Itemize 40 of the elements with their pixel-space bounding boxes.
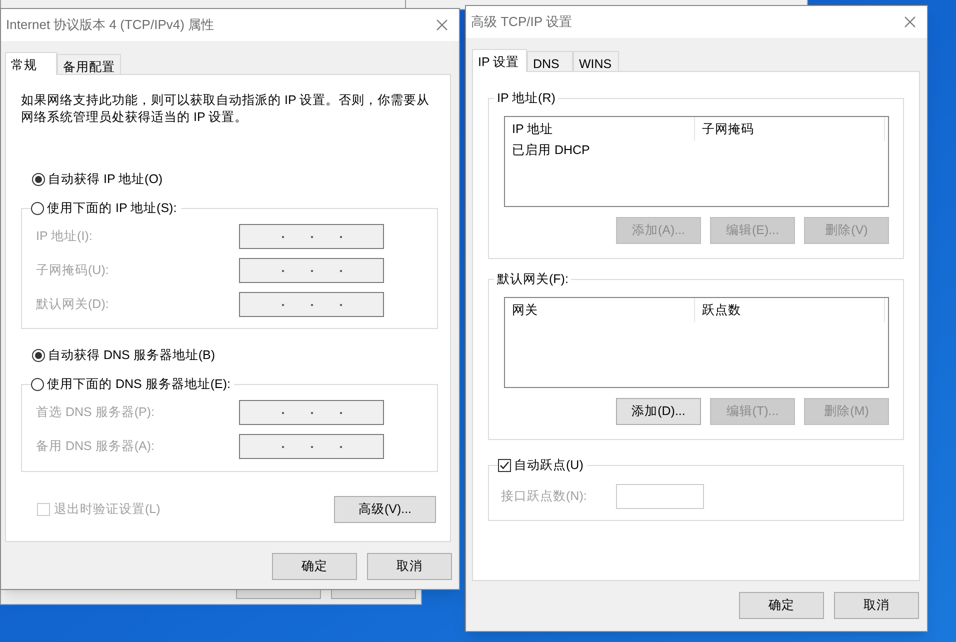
column-header[interactable]: 网关 (505, 298, 695, 322)
radio-label: 自动获得 DNS 服务器地址(B) (48, 346, 215, 364)
column-header[interactable]: 子网掩码 (695, 117, 885, 141)
tab[interactable]: DNS (527, 51, 573, 71)
column-header[interactable]: IP 地址 (505, 117, 695, 141)
tab[interactable]: 常规 (5, 52, 57, 75)
list-item[interactable]: 已启用 DHCP (505, 140, 695, 160)
advanced-button[interactable]: 高级(V)... (334, 496, 436, 523)
tab[interactable]: WINS (573, 51, 619, 71)
radio-button[interactable] (32, 348, 45, 362)
field-label: IP 地址(I): (36, 228, 94, 246)
group-label: IP 地址(R) (494, 90, 558, 106)
radio-button[interactable] (31, 202, 44, 214)
radio-label: 使用下面的 DNS 服务器地址(E): (47, 376, 230, 393)
button[interactable]: 确定 (739, 592, 824, 619)
field-label: 默认网关(D): (36, 296, 110, 314)
button[interactable]: 添加(D)... (616, 398, 701, 425)
close-icon[interactable] (435, 18, 449, 32)
tab[interactable]: IP 设置 (472, 49, 527, 72)
button[interactable]: 取消 (367, 553, 452, 580)
radio-label: 使用下面的 IP 地址(S): (47, 200, 177, 217)
tab[interactable]: 备用配置 (57, 54, 121, 74)
radio-label: 自动获得 IP 地址(O) (48, 170, 163, 188)
close-icon[interactable] (903, 15, 917, 29)
field-label: 备用 DNS 服务器(A): (36, 438, 156, 456)
window-title: 高级 TCP/IP 设置 (471, 13, 572, 32)
radio-button[interactable] (31, 378, 44, 390)
checkbox-label: 退出时验证设置(L) (54, 501, 160, 518)
field-label: 子网掩码(U): (36, 262, 110, 280)
field-label: 接口跃点数(N): (501, 488, 588, 506)
window-title: Internet 协议版本 4 (TCP/IPv4) 属性 (6, 16, 214, 34)
description-text: 如果网络支持此功能，则可以获取自动指派的 IP 设置。否则，你需要从网络系统管理员处获得适当的 IP 设置。 (21, 92, 431, 126)
column-header[interactable]: 跃点数 (695, 298, 885, 322)
checkbox-label: 自动跃点(U) (514, 457, 584, 474)
field-label: 首选 DNS 服务器(P): (36, 404, 156, 422)
button[interactable]: 取消 (834, 592, 919, 619)
radio-button[interactable] (32, 172, 45, 186)
group-label: 默认网关(F): (494, 271, 572, 287)
checkbox[interactable] (498, 458, 511, 472)
button[interactable]: 确定 (272, 553, 357, 580)
